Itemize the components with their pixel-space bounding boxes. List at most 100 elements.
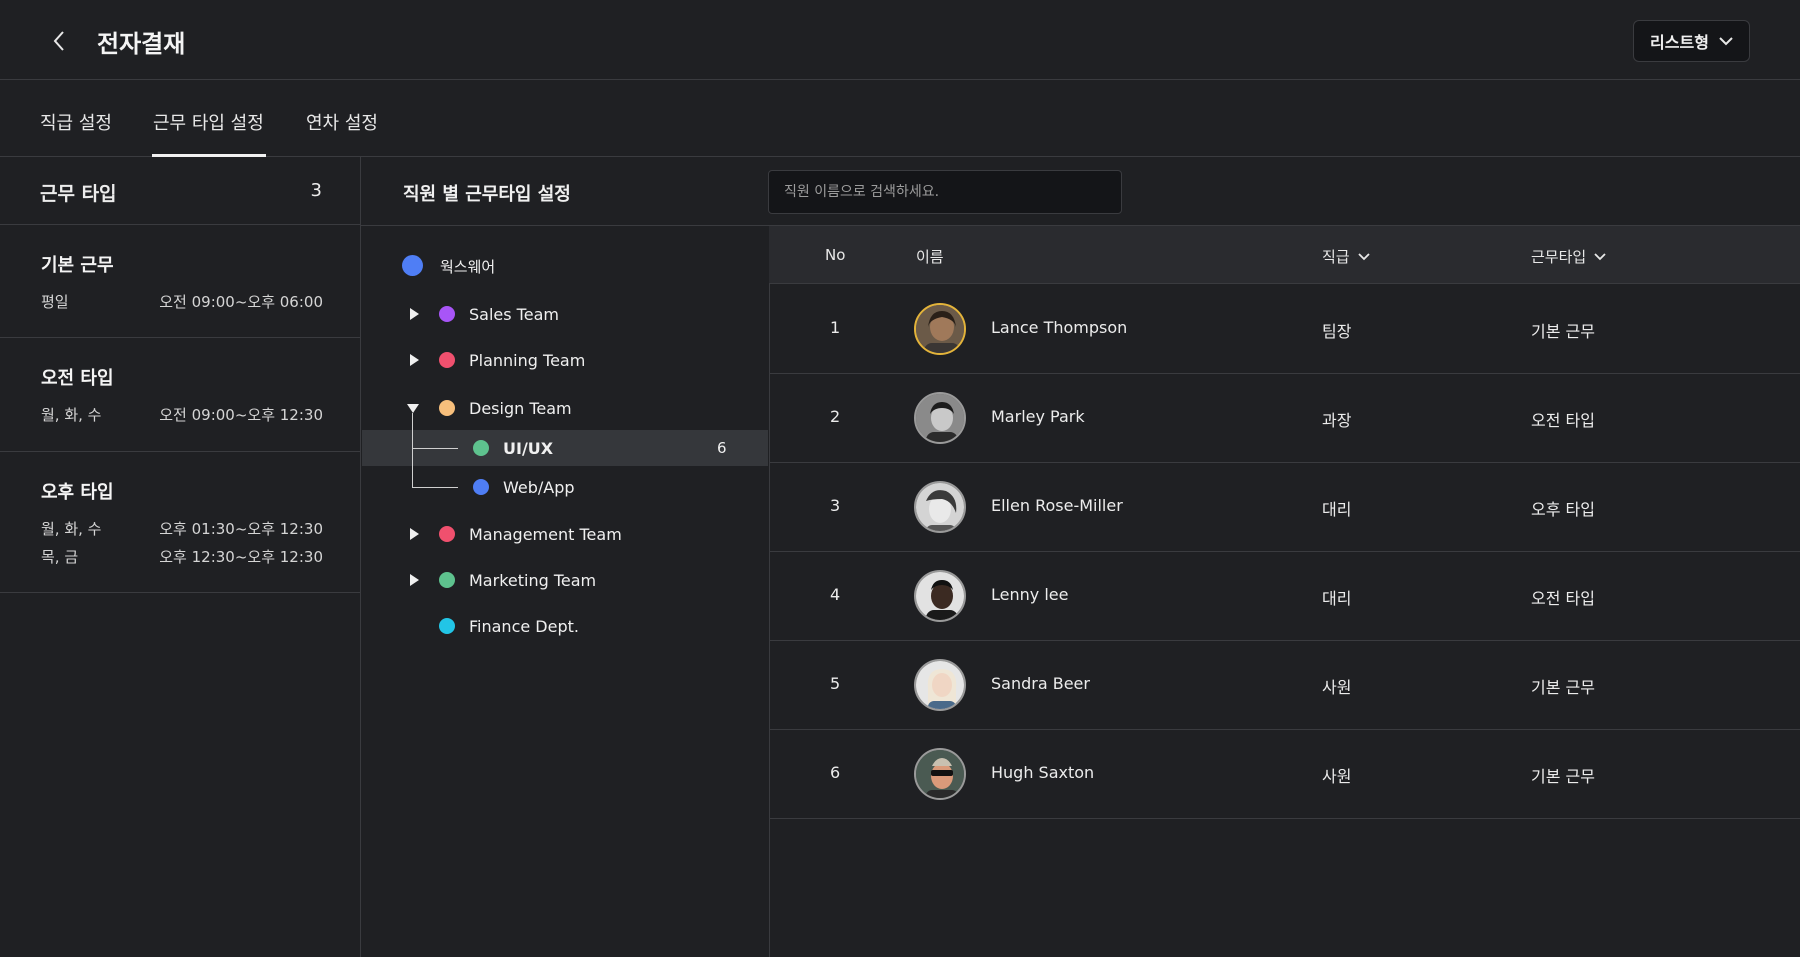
table-header: No 이름 직급 근무타입 (769, 226, 1800, 284)
view-mode-select[interactable]: 리스트형 (1633, 20, 1750, 62)
expand-caret-icon[interactable] (410, 574, 419, 586)
work-type-card[interactable]: 오전 타입 월, 화, 수 오전 09:00~오후 12:30 (0, 338, 360, 452)
work-type-panel: 근무 타입 3 기본 근무 평일 오전 09:00~오후 06:00 오전 타입… (0, 157, 361, 957)
tree-node-sales[interactable]: Sales Team (469, 305, 559, 324)
cell-work-type: 기본 근무 (1531, 322, 1595, 341)
work-type-name: 기본 근무 (41, 255, 114, 276)
table-row[interactable]: 5 Sandra Beer 사원 기본 근무 (769, 641, 1800, 730)
team-color-dot (439, 352, 455, 368)
tree-node-webapp[interactable]: Web/App (503, 478, 575, 497)
tree-node-finance[interactable]: Finance Dept. (469, 617, 579, 636)
employee-search-input[interactable] (768, 170, 1122, 214)
avatar (914, 570, 966, 622)
cell-name: Ellen Rose-Miller (991, 496, 1123, 515)
cell-no: 3 (830, 496, 841, 515)
team-color-dot (439, 400, 455, 416)
cell-no: 4 (830, 585, 841, 604)
work-type-title: 근무 타입 (40, 183, 117, 205)
column-header-name: 이름 (916, 248, 944, 266)
expand-caret-icon[interactable] (410, 528, 419, 540)
table-row[interactable]: 3 Ellen Rose-Miller 대리 오후 타입 (769, 463, 1800, 552)
tab-rank-settings[interactable]: 직급 설정 (40, 109, 112, 135)
work-type-card[interactable]: 기본 근무 평일 오전 09:00~오후 06:00 (0, 225, 360, 338)
cell-rank: 과장 (1322, 411, 1352, 430)
cell-no: 2 (830, 407, 841, 426)
tree-node-management[interactable]: Management Team (469, 525, 622, 544)
cell-rank: 사원 (1322, 767, 1352, 786)
avatar (914, 481, 966, 533)
work-type-name: 오전 타입 (41, 368, 114, 389)
schedule-time: 오전 09:00~오후 12:30 (159, 406, 323, 424)
cell-work-type: 기본 근무 (1531, 767, 1595, 786)
member-count: 6 (717, 439, 727, 457)
cell-name: Lance Thompson (991, 318, 1128, 337)
back-button[interactable] (44, 26, 74, 56)
cell-name: Marley Park (991, 407, 1085, 426)
view-mode-label: 리스트형 (1650, 33, 1709, 52)
cell-no: 5 (830, 674, 841, 693)
table-row[interactable]: 4 Lenny lee 대리 오전 타입 (769, 552, 1800, 641)
avatar (914, 659, 966, 711)
settings-tabs: 직급 설정 근무 타입 설정 연차 설정 (0, 81, 1800, 157)
schedule-time: 오후 01:30~오후 12:30 (159, 520, 323, 538)
column-header-work-type[interactable]: 근무타입 (1531, 246, 1606, 267)
cell-work-type: 오전 타입 (1531, 589, 1595, 608)
column-header-rank[interactable]: 직급 (1322, 246, 1370, 267)
cell-work-type: 기본 근무 (1531, 678, 1595, 697)
column-header-no: No (825, 246, 846, 264)
chevron-down-icon (1357, 252, 1370, 260)
schedule-days: 평일 (41, 293, 69, 311)
expand-caret-icon[interactable] (410, 354, 419, 366)
tree-node-root[interactable]: 웍스웨어 (440, 256, 495, 277)
top-bar: 전자결재 리스트형 (0, 0, 1800, 80)
rank-header-label: 직급 (1322, 248, 1350, 266)
cell-work-type: 오전 타입 (1531, 411, 1595, 430)
work-type-card[interactable]: 오후 타입 월, 화, 수 오후 01:30~오후 12:30 목, 금 오후 … (0, 452, 360, 593)
collapse-caret-icon[interactable] (407, 404, 419, 413)
work-type-name: 오후 타입 (41, 482, 114, 503)
cell-rank: 사원 (1322, 678, 1352, 697)
chevron-left-icon (53, 31, 64, 51)
schedule-days: 월, 화, 수 (41, 406, 102, 424)
table-row[interactable]: 6 Hugh Saxton 사원 기본 근무 (769, 730, 1800, 819)
tab-work-type-settings[interactable]: 근무 타입 설정 (153, 109, 264, 135)
schedule-time: 오전 09:00~오후 06:00 (159, 293, 323, 311)
cell-rank: 대리 (1322, 589, 1352, 608)
cell-rank: 팀장 (1322, 322, 1352, 341)
avatar (914, 392, 966, 444)
avatar (914, 748, 966, 800)
work-type-header-label: 근무타입 (1531, 248, 1587, 266)
cell-name: Sandra Beer (991, 674, 1090, 693)
employee-settings-title: 직원 별 근무타입 설정 (403, 184, 571, 205)
tree-node-uiux[interactable]: UI/UX (503, 439, 553, 458)
tree-node-marketing[interactable]: Marketing Team (469, 571, 596, 590)
schedule-days: 월, 화, 수 (41, 520, 102, 538)
cell-no: 6 (830, 763, 841, 782)
work-type-header: 근무 타입 3 (0, 157, 360, 225)
team-color-dot (439, 572, 455, 588)
tree-connector (412, 413, 413, 487)
schedule-days: 목, 금 (41, 548, 79, 566)
cell-name: Hugh Saxton (991, 763, 1095, 782)
team-color-dot (473, 440, 489, 456)
tree-node-design[interactable]: Design Team (469, 399, 572, 418)
team-color-dot (439, 306, 455, 322)
tree-node-planning[interactable]: Planning Team (469, 351, 585, 370)
table-row[interactable]: 1 Lance Thompson 팀장 기본 근무 (769, 285, 1800, 374)
org-root-dot (402, 255, 423, 276)
page-title: 전자결재 (97, 30, 186, 58)
cell-work-type: 오후 타입 (1531, 500, 1595, 519)
avatar (914, 303, 966, 355)
cell-name: Lenny lee (991, 585, 1069, 604)
work-type-count: 3 (310, 180, 322, 201)
cell-no: 1 (830, 318, 841, 337)
schedule-time: 오후 12:30~오후 12:30 (159, 548, 323, 566)
table-row[interactable]: 2 Marley Park 과장 오전 타입 (769, 374, 1800, 463)
team-color-dot (439, 618, 455, 634)
chevron-down-icon (1594, 252, 1606, 260)
team-color-dot (439, 526, 455, 542)
tab-leave-settings[interactable]: 연차 설정 (306, 109, 378, 135)
cell-rank: 대리 (1322, 500, 1352, 519)
tree-connector (412, 448, 458, 449)
expand-caret-icon[interactable] (410, 308, 419, 320)
